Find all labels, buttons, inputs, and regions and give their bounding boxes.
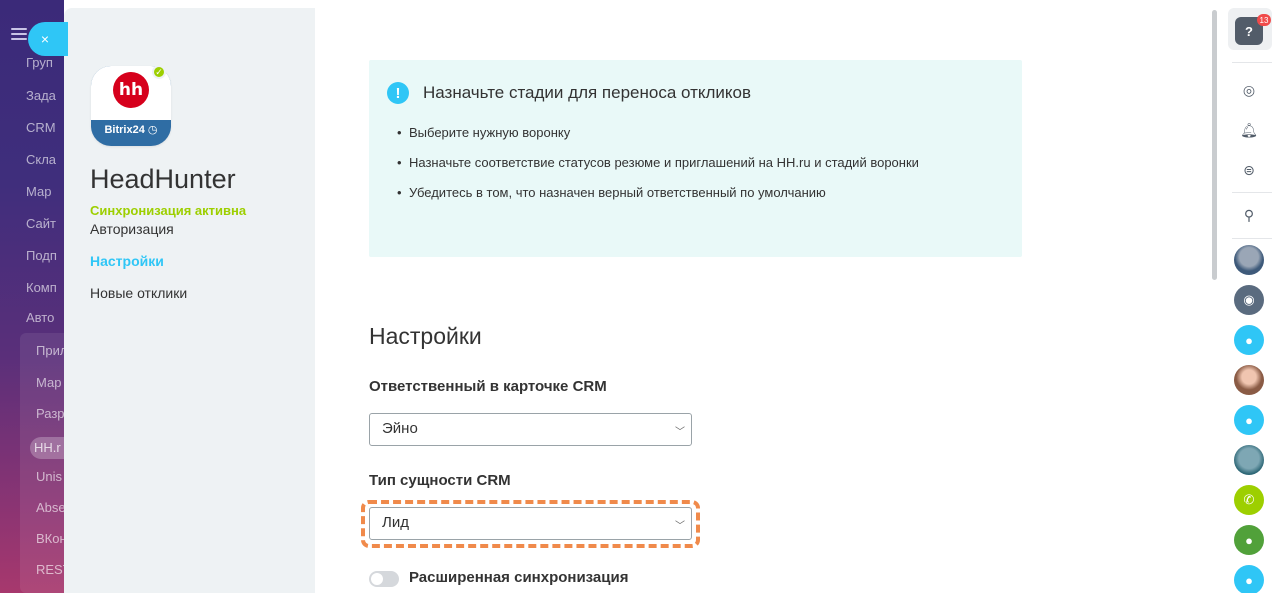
bell-icon[interactable]: 🔔︎ — [1234, 115, 1264, 145]
right-rail: ? 13 ◎ 🔔︎ ⊜ ⚲ ◉ ● ● ✆ ● ● — [1226, 0, 1285, 593]
rail-divider — [1232, 238, 1272, 239]
portal-menu-item[interactable]: Подп — [26, 248, 57, 263]
portal-menu-item[interactable]: Мар — [26, 184, 51, 199]
portal-sidebar: Груп Зада CRM Скла Мар Сайт Подп Комп Ав… — [0, 0, 64, 593]
chevron-down-icon: ﹀ — [675, 427, 685, 438]
portal-menu-item[interactable]: Unis — [36, 469, 62, 484]
notice-item: Назначьте соответствие статусов резюме и… — [397, 152, 977, 174]
bot-avatar[interactable] — [1234, 445, 1264, 475]
app-left-nav: hh Bitrix24 ◷ ✓ HeadHunter Синхронизация… — [64, 8, 315, 593]
search-icon[interactable]: ⚲ — [1234, 200, 1264, 230]
scrollbar[interactable] — [1212, 10, 1217, 280]
portal-menu-item[interactable]: Разр — [36, 406, 64, 421]
chevron-down-icon: ﹀ — [675, 521, 685, 532]
contact-avatar[interactable] — [1234, 245, 1264, 275]
info-notice: ! Назначьте стадии для переноса откликов… — [369, 60, 1022, 257]
notice-list: Выберите нужную воронку Назначьте соотве… — [387, 122, 1004, 204]
responsible-value: Эйно — [382, 420, 418, 437]
group-chat-avatar[interactable]: ◉ — [1234, 285, 1264, 315]
portal-menu-item[interactable]: Скла — [26, 152, 56, 167]
portal-menu-item[interactable]: Зада — [26, 88, 56, 103]
bitrix24-logo-text: Bitrix24 ◷ — [104, 124, 158, 136]
sync-status: Синхронизация активна — [90, 203, 247, 218]
user-avatar-icon[interactable]: ● — [1234, 325, 1264, 355]
nav-link-new-responses[interactable]: Новые отклики — [90, 285, 187, 301]
portal-menu-item-active[interactable]: HH.r — [30, 437, 64, 459]
portal-menu-item[interactable]: Прил — [36, 343, 64, 358]
user-avatar-icon[interactable]: ● — [1234, 405, 1264, 435]
section-title: Настройки — [369, 323, 482, 349]
entity-type-select[interactable]: Лид ﹀ — [369, 507, 692, 540]
portal-menu-item[interactable]: Abse — [36, 500, 64, 515]
entity-type-label: Тип сущности CRM — [369, 472, 511, 489]
portal-menu-item[interactable]: Комп — [26, 280, 57, 295]
info-icon: ! — [387, 82, 409, 104]
history-icon[interactable]: ◎ — [1234, 75, 1264, 105]
portal-menu-item[interactable]: Груп — [26, 55, 53, 70]
nav-link-authorization[interactable]: Авторизация — [90, 221, 174, 237]
notice-item: Убедитесь в том, что назначен верный отв… — [397, 182, 977, 204]
phone-icon[interactable]: ✆ — [1234, 485, 1264, 515]
portal-menu-item[interactable]: Сайт — [26, 216, 56, 231]
portal-menu-item[interactable]: REST — [36, 562, 64, 577]
nav-link-settings[interactable]: Настройки — [90, 253, 164, 269]
rail-divider — [1232, 192, 1272, 193]
notification-badge: 13 — [1257, 14, 1271, 26]
close-icon: × — [40, 31, 50, 47]
installed-check-icon: ✓ — [152, 65, 166, 79]
menu-icon[interactable] — [11, 28, 27, 43]
rail-divider — [1232, 62, 1272, 63]
responsible-select[interactable]: Эйно ﹀ — [369, 413, 692, 446]
notice-item: Выберите нужную воронку — [397, 122, 977, 144]
portal-menu-item[interactable]: ВКон — [36, 531, 64, 546]
app-title: HeadHunter — [90, 164, 236, 194]
portal-menu-group — [20, 333, 64, 593]
close-slider-button[interactable]: × — [28, 22, 68, 56]
portal-menu-item[interactable]: CRM — [26, 120, 56, 135]
responsible-label: Ответственный в карточке CRM — [369, 378, 607, 395]
question-icon: ? — [1245, 23, 1253, 39]
portal-menu-item[interactable]: Авто — [26, 310, 54, 325]
entity-type-value: Лид — [382, 514, 409, 531]
hh-logo-icon: hh — [113, 72, 149, 108]
group-avatar-icon[interactable]: ● — [1234, 565, 1264, 593]
contact-avatar[interactable] — [1234, 365, 1264, 395]
chat-icon[interactable]: ⊜ — [1234, 155, 1264, 185]
app-slider-panel: hh Bitrix24 ◷ ✓ HeadHunter Синхронизация… — [64, 8, 1210, 593]
portal-menu-item[interactable]: Мар — [36, 375, 61, 390]
user-avatar-icon[interactable]: ● — [1234, 525, 1264, 555]
advanced-sync-toggle[interactable] — [369, 571, 399, 587]
notice-title: Назначьте стадии для переноса откликов — [423, 83, 752, 102]
advanced-sync-label: Расширенная синхронизация — [409, 569, 629, 586]
